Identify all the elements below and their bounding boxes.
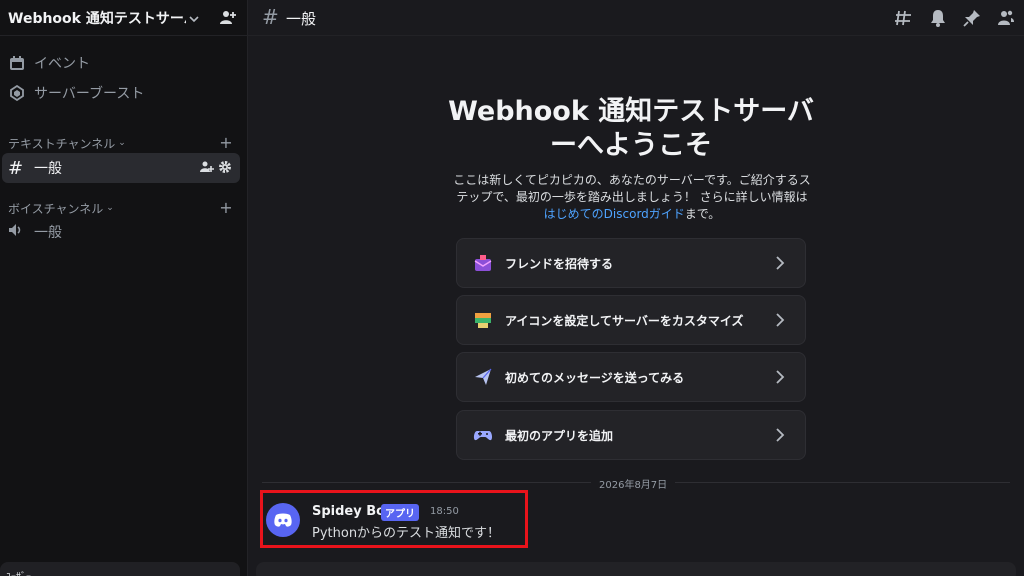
message-input[interactable] [256,562,1016,576]
channel-title: 一般 [286,10,317,28]
server-name[interactable]: Webhook 通知テストサーバー [8,8,186,28]
server-header[interactable]: Webhook 通知テストサーバー [0,0,248,36]
send-first-message-card[interactable]: 初めてのメッセージを送ってみる [456,352,806,402]
card-label: アイコンを設定してサーバーをカスタマイズ [505,313,744,328]
welcome-desc-text: ここは新しくてピカピカの、あなたのサーバーです。ご紹介するステップで、最初の一歩… [453,173,811,204]
invite-friends-card[interactable]: フレンドを招待する [456,238,806,288]
pin-icon[interactable] [962,8,982,28]
boost-icon [8,84,26,102]
channel-label: 一般 [34,225,62,241]
chevron-down-icon[interactable] [187,11,201,25]
chevron-right-icon [773,369,787,385]
add-voice-channel-icon[interactable]: + [219,200,233,216]
user-panel-name: ﾕｰｻﾞｰ [6,568,31,576]
channel-sidebar: Webhook 通知テストサーバー イベント サーバーブースト テキストチャンネ… [0,0,248,576]
app-badge: アプリ [381,504,419,521]
add-first-app-card[interactable]: 最初のアプリを追加 [456,410,806,460]
gamepad-icon [473,425,493,445]
discord-logo-icon [274,513,292,527]
sidebar-item-label: サーバーブースト [34,86,145,102]
welcome-desc-text: まで。 [684,207,721,221]
speaker-icon [8,222,30,243]
channel-label: 一般 [34,161,62,177]
threads-icon[interactable] [894,8,914,28]
customize-server-card[interactable]: アイコンを設定してサーバーをカスタマイズ [456,295,806,345]
card-label: 最初のアプリを追加 [505,428,614,443]
message-item[interactable]: Spidey Bot アプリ 18:50 Pythonからのテスト通知です！ [260,490,528,548]
voice-channel-category[interactable]: ボイスチャンネル ⌄ [8,200,114,216]
send-icon [473,367,493,387]
category-label: テキストチャンネル [8,136,116,151]
hash-icon: # [262,5,279,29]
chevron-right-icon [773,312,787,328]
channel-general[interactable]: # 一般 [2,153,240,183]
discord-guide-link[interactable]: はじめてのDiscordガイド [544,207,685,221]
welcome-description: ここは新しくてピカピカの、あなたのサーバーです。ご紹介するステップで、最初の一歩… [452,172,812,223]
welcome-title: Webhook 通知テストサーバーへようこそ [448,96,814,161]
date-divider-label: 2026年8月7日 [591,476,676,491]
invite-icon[interactable] [200,160,214,178]
card-label: 初めてのメッセージを送ってみる [505,370,685,385]
chevron-down-icon: ⌄ [106,203,114,213]
message-author[interactable]: Spidey Bot [312,504,391,519]
sidebar-item-events[interactable]: イベント [8,50,90,76]
customize-icon [473,310,493,330]
calendar-icon [8,54,26,72]
gear-icon[interactable] [218,160,232,178]
card-label: フレンドを招待する [505,256,614,271]
text-channel-category[interactable]: テキストチャンネル ⌄ [8,135,126,151]
message-content: Pythonからのテスト通知です！ [312,526,501,541]
channel-header: # 一般 [248,0,1024,36]
voice-channel-general[interactable]: 一般 [2,217,240,247]
add-member-icon[interactable] [219,9,237,27]
avatar[interactable] [266,503,300,537]
member-list-icon[interactable] [996,8,1016,28]
bell-icon[interactable] [928,8,948,28]
sidebar-item-label: イベント [34,56,90,72]
category-label: ボイスチャンネル [8,201,104,216]
chevron-right-icon [773,255,787,271]
message-timestamp: 18:50 [430,506,459,517]
chevron-right-icon [773,427,787,443]
chevron-down-icon: ⌄ [118,138,126,148]
user-panel[interactable]: ﾕｰｻﾞｰ [0,562,240,576]
hash-icon: # [8,157,24,179]
sidebar-item-boost[interactable]: サーバーブースト [8,80,144,106]
invite-icon [473,253,493,273]
add-text-channel-icon[interactable]: + [219,135,233,151]
